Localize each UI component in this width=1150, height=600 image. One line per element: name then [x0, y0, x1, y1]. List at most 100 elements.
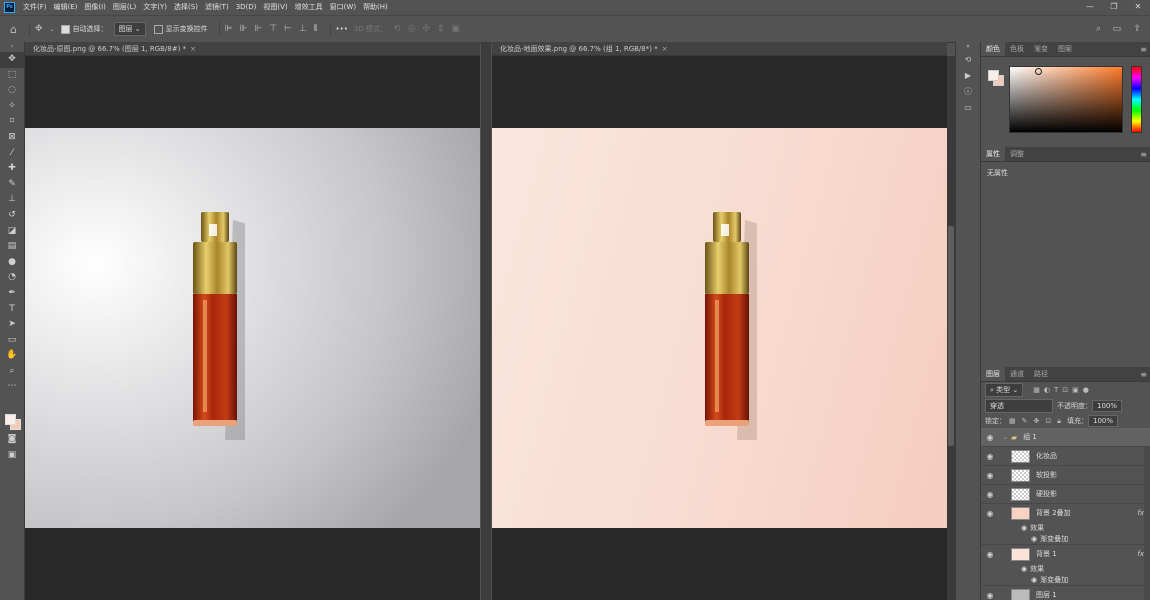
collapse-icon[interactable]: «	[956, 42, 980, 52]
minimize-button[interactable]: —	[1078, 0, 1102, 14]
visibility-eye-icon[interactable]: ◉	[981, 471, 999, 480]
tab-adjustments[interactable]: 调整	[1005, 147, 1029, 161]
hue-slider[interactable]	[1131, 66, 1142, 133]
blur-tool-icon[interactable]: ●	[0, 255, 24, 271]
layer-row-group-1[interactable]: ◉ ⌄ ▰ 组 1	[981, 428, 1150, 447]
tab-paths[interactable]: 路径	[1029, 367, 1053, 381]
vertical-scrollbar[interactable]	[947, 56, 955, 600]
search-icon[interactable]: ⌕	[1096, 24, 1101, 34]
clone-stamp-tool-icon[interactable]: ⊥	[0, 192, 24, 208]
tab-patterns[interactable]: 图案	[1053, 42, 1077, 56]
lock-transparent-icon[interactable]: ▦	[1009, 417, 1016, 425]
fx-icon[interactable]: fx	[1137, 550, 1144, 558]
align-top-icon[interactable]: ⊤	[269, 24, 277, 34]
scrollbar-thumb[interactable]	[948, 226, 954, 446]
align-bottom-icon[interactable]: ⊥	[299, 24, 307, 34]
opacity-input[interactable]: 100%	[1092, 400, 1123, 412]
layer-row-cosmetic[interactable]: ◉ 化妆品	[981, 447, 1150, 466]
fx-icon[interactable]: fx	[1137, 509, 1144, 517]
tab-ground-effect[interactable]: 化妆品-地面效果.png @ 66.7% (组 1, RGB/8*) *	[492, 44, 658, 54]
tab-channels[interactable]: 通道	[1005, 367, 1029, 381]
visibility-eye-icon[interactable]: ◉	[981, 433, 999, 442]
close-button[interactable]: ✕	[1126, 0, 1150, 14]
filter-adjustment-icon[interactable]: ◐	[1044, 386, 1050, 394]
actions-play-icon[interactable]: ▶	[956, 68, 980, 84]
lock-position-icon[interactable]: ✥	[1034, 417, 1040, 425]
filter-type-icon[interactable]: T	[1054, 386, 1058, 394]
effect-row[interactable]: ◉ 渐变叠加	[981, 574, 1150, 586]
lock-all-icon[interactable]: 🔒︎	[1057, 417, 1061, 426]
align-right-icon[interactable]: ⊩	[254, 24, 262, 34]
move-tool-icon[interactable]: ✥	[35, 24, 43, 34]
lock-pixels-icon[interactable]: ✎	[1022, 417, 1028, 425]
comments-icon[interactable]: ▭	[956, 100, 980, 116]
effects-row[interactable]: ◉ 效果	[981, 563, 1150, 574]
tab-original-image[interactable]: 化妆品-原图.png @ 66.7% (图层 1, RGB/8#) *	[25, 44, 186, 54]
workspace-icon[interactable]: ▭	[1112, 24, 1121, 34]
visibility-eye-icon[interactable]: ◉	[981, 490, 999, 499]
dodge-tool-icon[interactable]: ◔	[0, 270, 24, 286]
auto-select-checkbox[interactable]: 自动选择：	[60, 24, 108, 34]
menu-layer[interactable]: 图层(L)	[113, 2, 136, 12]
path-selection-tool-icon[interactable]: ➤	[0, 317, 24, 333]
healing-brush-tool-icon[interactable]: ✚	[0, 161, 24, 177]
share-icon[interactable]: ⇪	[1133, 24, 1141, 34]
color-picker-cursor[interactable]	[1035, 68, 1042, 75]
menu-3d[interactable]: 3D(D)	[236, 3, 257, 11]
menu-window[interactable]: 窗口(W)	[330, 2, 356, 12]
align-left-icon[interactable]: ⊫	[225, 24, 233, 34]
info-icon[interactable]: ⓘ	[956, 84, 980, 100]
blend-mode-dropdown[interactable]: 穿透	[985, 399, 1053, 413]
filter-toggle-icon[interactable]: ●	[1083, 386, 1089, 394]
more-options[interactable]: •••	[336, 25, 348, 33]
3d-orbit-icon[interactable]: ⟲	[393, 24, 401, 34]
visibility-eye-icon[interactable]: ◉	[981, 591, 999, 600]
panel-menu-icon[interactable]: ≡	[1140, 150, 1147, 159]
close-tab-icon[interactable]: ×	[662, 45, 668, 53]
type-tool-icon[interactable]: T	[0, 302, 24, 318]
menu-view[interactable]: 视图(V)	[263, 2, 287, 12]
align-center-icon[interactable]: ⊪	[240, 24, 248, 34]
expand-arrow-icon[interactable]: ⌄	[1003, 434, 1008, 441]
visibility-eye-icon[interactable]: ◉	[981, 452, 999, 461]
canvas-ground-effect[interactable]	[492, 56, 947, 600]
crop-tool-icon[interactable]: ⌗	[0, 114, 24, 130]
menu-edit[interactable]: 编辑(E)	[54, 2, 78, 12]
magic-wand-tool-icon[interactable]: ✧	[0, 99, 24, 115]
fill-input[interactable]: 100%	[1087, 415, 1118, 427]
filter-smart-object-icon[interactable]: ▣	[1072, 386, 1079, 394]
history-icon[interactable]: ⟲	[956, 52, 980, 68]
history-brush-tool-icon[interactable]: ↺	[0, 208, 24, 224]
filter-pixel-icon[interactable]: ▦	[1033, 386, 1040, 394]
tab-swatches[interactable]: 色板	[1005, 42, 1029, 56]
eyedropper-tool-icon[interactable]: ⁄	[0, 146, 24, 162]
collapse-icon[interactable]: »	[0, 42, 24, 52]
tab-properties[interactable]: 属性	[981, 147, 1005, 161]
menu-image[interactable]: 图像(I)	[84, 2, 106, 12]
filter-shape-icon[interactable]: ⊡	[1062, 386, 1068, 394]
layer-row-background-1[interactable]: ◉ 背景 1 fx	[981, 545, 1150, 563]
3d-roll-icon[interactable]: ◎	[408, 24, 416, 34]
tab-color[interactable]: 颜色	[981, 42, 1005, 56]
distribute-icon[interactable]: ⫴	[314, 24, 318, 34]
menu-filter[interactable]: 滤镜(T)	[205, 2, 229, 12]
chevron-down-icon[interactable]: ⌄	[50, 26, 55, 33]
tab-gradients[interactable]: 渐变	[1029, 42, 1053, 56]
visibility-eye-icon[interactable]: ◉	[1021, 565, 1027, 573]
3d-pan-icon[interactable]: ✣	[422, 24, 430, 34]
hand-tool-icon[interactable]: ✋	[0, 348, 24, 364]
effect-row[interactable]: ◉ 渐变叠加	[981, 533, 1150, 545]
menu-help[interactable]: 帮助(H)	[363, 2, 388, 12]
edit-toolbar-icon[interactable]: ⋯	[0, 379, 24, 395]
3d-slide-icon[interactable]: ⇕	[437, 24, 445, 34]
brush-tool-icon[interactable]: ✎	[0, 177, 24, 193]
filter-kind-dropdown[interactable]: ⌕ 类型 ⌄	[985, 383, 1024, 397]
visibility-eye-icon[interactable]: ◉	[1021, 524, 1027, 532]
layers-scrollbar[interactable]	[1144, 447, 1150, 600]
panel-divider[interactable]	[481, 42, 491, 600]
tab-layers[interactable]: 图层	[981, 367, 1005, 381]
visibility-eye-icon[interactable]: ◉	[981, 550, 999, 559]
3d-scale-icon[interactable]: ▣	[451, 24, 460, 34]
rectangle-tool-icon[interactable]: ▭	[0, 333, 24, 349]
quick-mask-icon[interactable]: ◙	[0, 432, 24, 448]
